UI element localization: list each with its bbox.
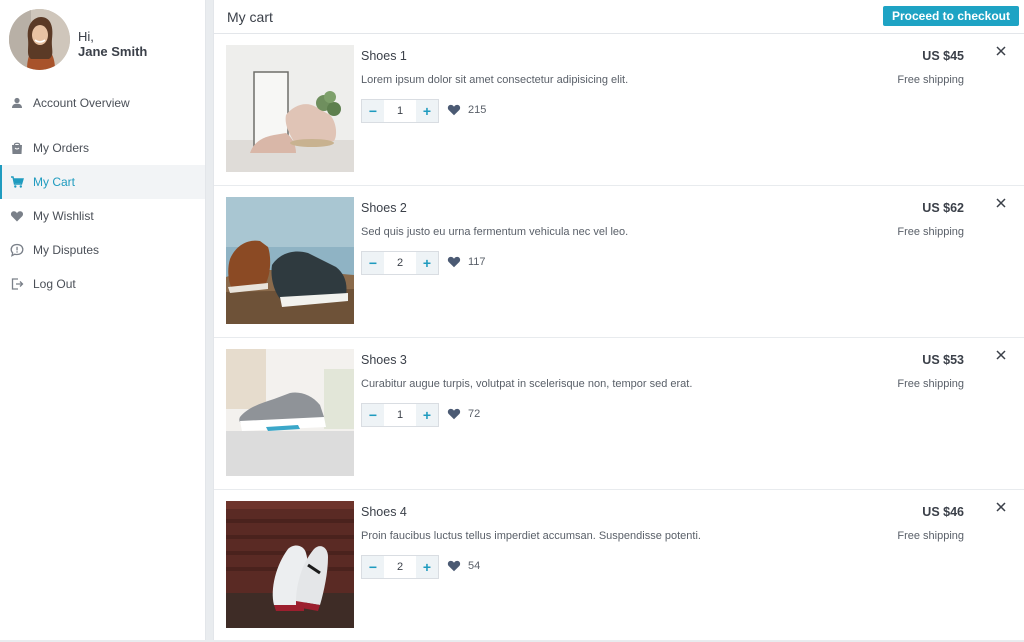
heart-icon[interactable] [447, 407, 461, 420]
product-image[interactable] [226, 349, 354, 476]
sidebar-item-label: Account Overview [33, 96, 130, 110]
likes: 117 [447, 255, 486, 268]
sidebar: Hi, Jane Smith Account Overview My Order… [0, 0, 206, 640]
cart-item: Shoes 4 Proin faucibus luctus tellus imp… [214, 490, 1024, 642]
product-name[interactable]: Shoes 3 [361, 353, 407, 367]
shipping-info: Free shipping [897, 226, 964, 238]
likes-count: 215 [468, 103, 487, 116]
close-icon[interactable] [994, 348, 1008, 362]
user-profile: Hi, Jane Smith [9, 9, 199, 71]
product-image[interactable] [226, 501, 354, 628]
heart-icon [10, 209, 24, 223]
product-description: Lorem ipsum dolor sit amet consectetur a… [361, 74, 629, 86]
sidebar-item-my-orders[interactable]: My Orders [0, 131, 205, 165]
increase-quantity-button[interactable]: + [416, 556, 438, 578]
shipping-info: Free shipping [897, 378, 964, 390]
sidebar-item-account-overview[interactable]: Account Overview [0, 86, 205, 120]
product-description: Curabitur augue turpis, volutpat in scel… [361, 378, 693, 390]
sidebar-item-my-wishlist[interactable]: My Wishlist [0, 199, 205, 233]
quantity-stepper: − 1 + [361, 403, 439, 427]
likes: 215 [447, 103, 486, 116]
cart-item: Shoes 3 Curabitur augue turpis, volutpat… [214, 338, 1024, 490]
sidebar-item-label: My Disputes [33, 243, 100, 257]
product-name[interactable]: Shoes 2 [361, 201, 407, 215]
decrease-quantity-button[interactable]: − [362, 556, 384, 578]
user-name: Jane Smith [78, 44, 148, 59]
increase-quantity-button[interactable]: + [416, 404, 438, 426]
likes: 54 [447, 559, 480, 572]
quantity-value[interactable]: 2 [384, 252, 416, 274]
page-header: My cart Proceed to checkout [214, 0, 1024, 34]
sidebar-item-label: My Cart [33, 175, 75, 189]
quantity-stepper: − 2 + [361, 555, 439, 579]
sidebar-item-my-cart[interactable]: My Cart [0, 165, 205, 199]
quantity-value[interactable]: 1 [384, 100, 416, 122]
sidebar-item-label: My Wishlist [33, 209, 94, 223]
likes-count: 54 [468, 559, 481, 572]
product-price: US $45 [922, 49, 964, 63]
shipping-info: Free shipping [897, 74, 964, 86]
likes-count: 72 [468, 407, 481, 420]
sidebar-item-my-disputes[interactable]: My Disputes [0, 233, 205, 267]
bag-icon [10, 141, 24, 155]
heart-icon[interactable] [447, 103, 461, 116]
product-description: Sed quis justo eu urna fermentum vehicul… [361, 226, 629, 238]
likes: 72 [447, 407, 480, 420]
decrease-quantity-button[interactable]: − [362, 252, 384, 274]
app-window: Hi, Jane Smith Account Overview My Order… [0, 0, 1024, 642]
cart-item: Shoes 2 Sed quis justo eu urna fermentum… [214, 186, 1024, 338]
close-icon[interactable] [994, 196, 1008, 210]
product-description: Proin faucibus luctus tellus imperdiet a… [361, 530, 701, 542]
close-icon[interactable] [994, 500, 1008, 514]
sidebar-item-label: My Orders [33, 141, 90, 155]
main-content: My cart Proceed to checkout Shoes 1 Lore… [213, 0, 1024, 642]
product-name[interactable]: Shoes 4 [361, 505, 407, 519]
cart-list: Shoes 1 Lorem ipsum dolor sit amet conse… [214, 34, 1024, 642]
page-title: My cart [227, 9, 273, 25]
cart-icon [10, 175, 24, 189]
quantity-stepper: − 2 + [361, 251, 439, 275]
product-name[interactable]: Shoes 1 [361, 49, 407, 63]
chat-icon [10, 243, 24, 257]
increase-quantity-button[interactable]: + [416, 100, 438, 122]
quantity-value[interactable]: 1 [384, 404, 416, 426]
product-image[interactable] [226, 45, 354, 172]
greeting: Hi, Jane Smith [78, 29, 147, 59]
avatar[interactable] [9, 9, 70, 70]
proceed-to-checkout-button[interactable]: Proceed to checkout [882, 6, 1019, 26]
product-price: US $46 [922, 505, 964, 519]
heart-icon[interactable] [447, 559, 461, 572]
quantity-stepper: − 1 + [361, 99, 439, 123]
product-price: US $53 [922, 353, 964, 367]
shipping-info: Free shipping [897, 530, 964, 542]
logout-icon [10, 277, 24, 291]
cart-item: Shoes 1 Lorem ipsum dolor sit amet conse… [214, 34, 1024, 186]
decrease-quantity-button[interactable]: − [362, 404, 384, 426]
sidebar-nav: Account Overview My Orders My Cart My Wi [0, 86, 205, 301]
quantity-value[interactable]: 2 [384, 556, 416, 578]
increase-quantity-button[interactable]: + [416, 252, 438, 274]
likes-count: 117 [468, 255, 486, 268]
greeting-text: Hi, [78, 29, 94, 44]
product-image[interactable] [226, 197, 354, 324]
person-icon [10, 96, 24, 110]
product-price: US $62 [922, 201, 964, 215]
sidebar-item-label: Log Out [33, 277, 76, 291]
sidebar-item-log-out[interactable]: Log Out [0, 267, 205, 301]
heart-icon[interactable] [447, 255, 461, 268]
close-icon[interactable] [994, 44, 1008, 58]
decrease-quantity-button[interactable]: − [362, 100, 384, 122]
